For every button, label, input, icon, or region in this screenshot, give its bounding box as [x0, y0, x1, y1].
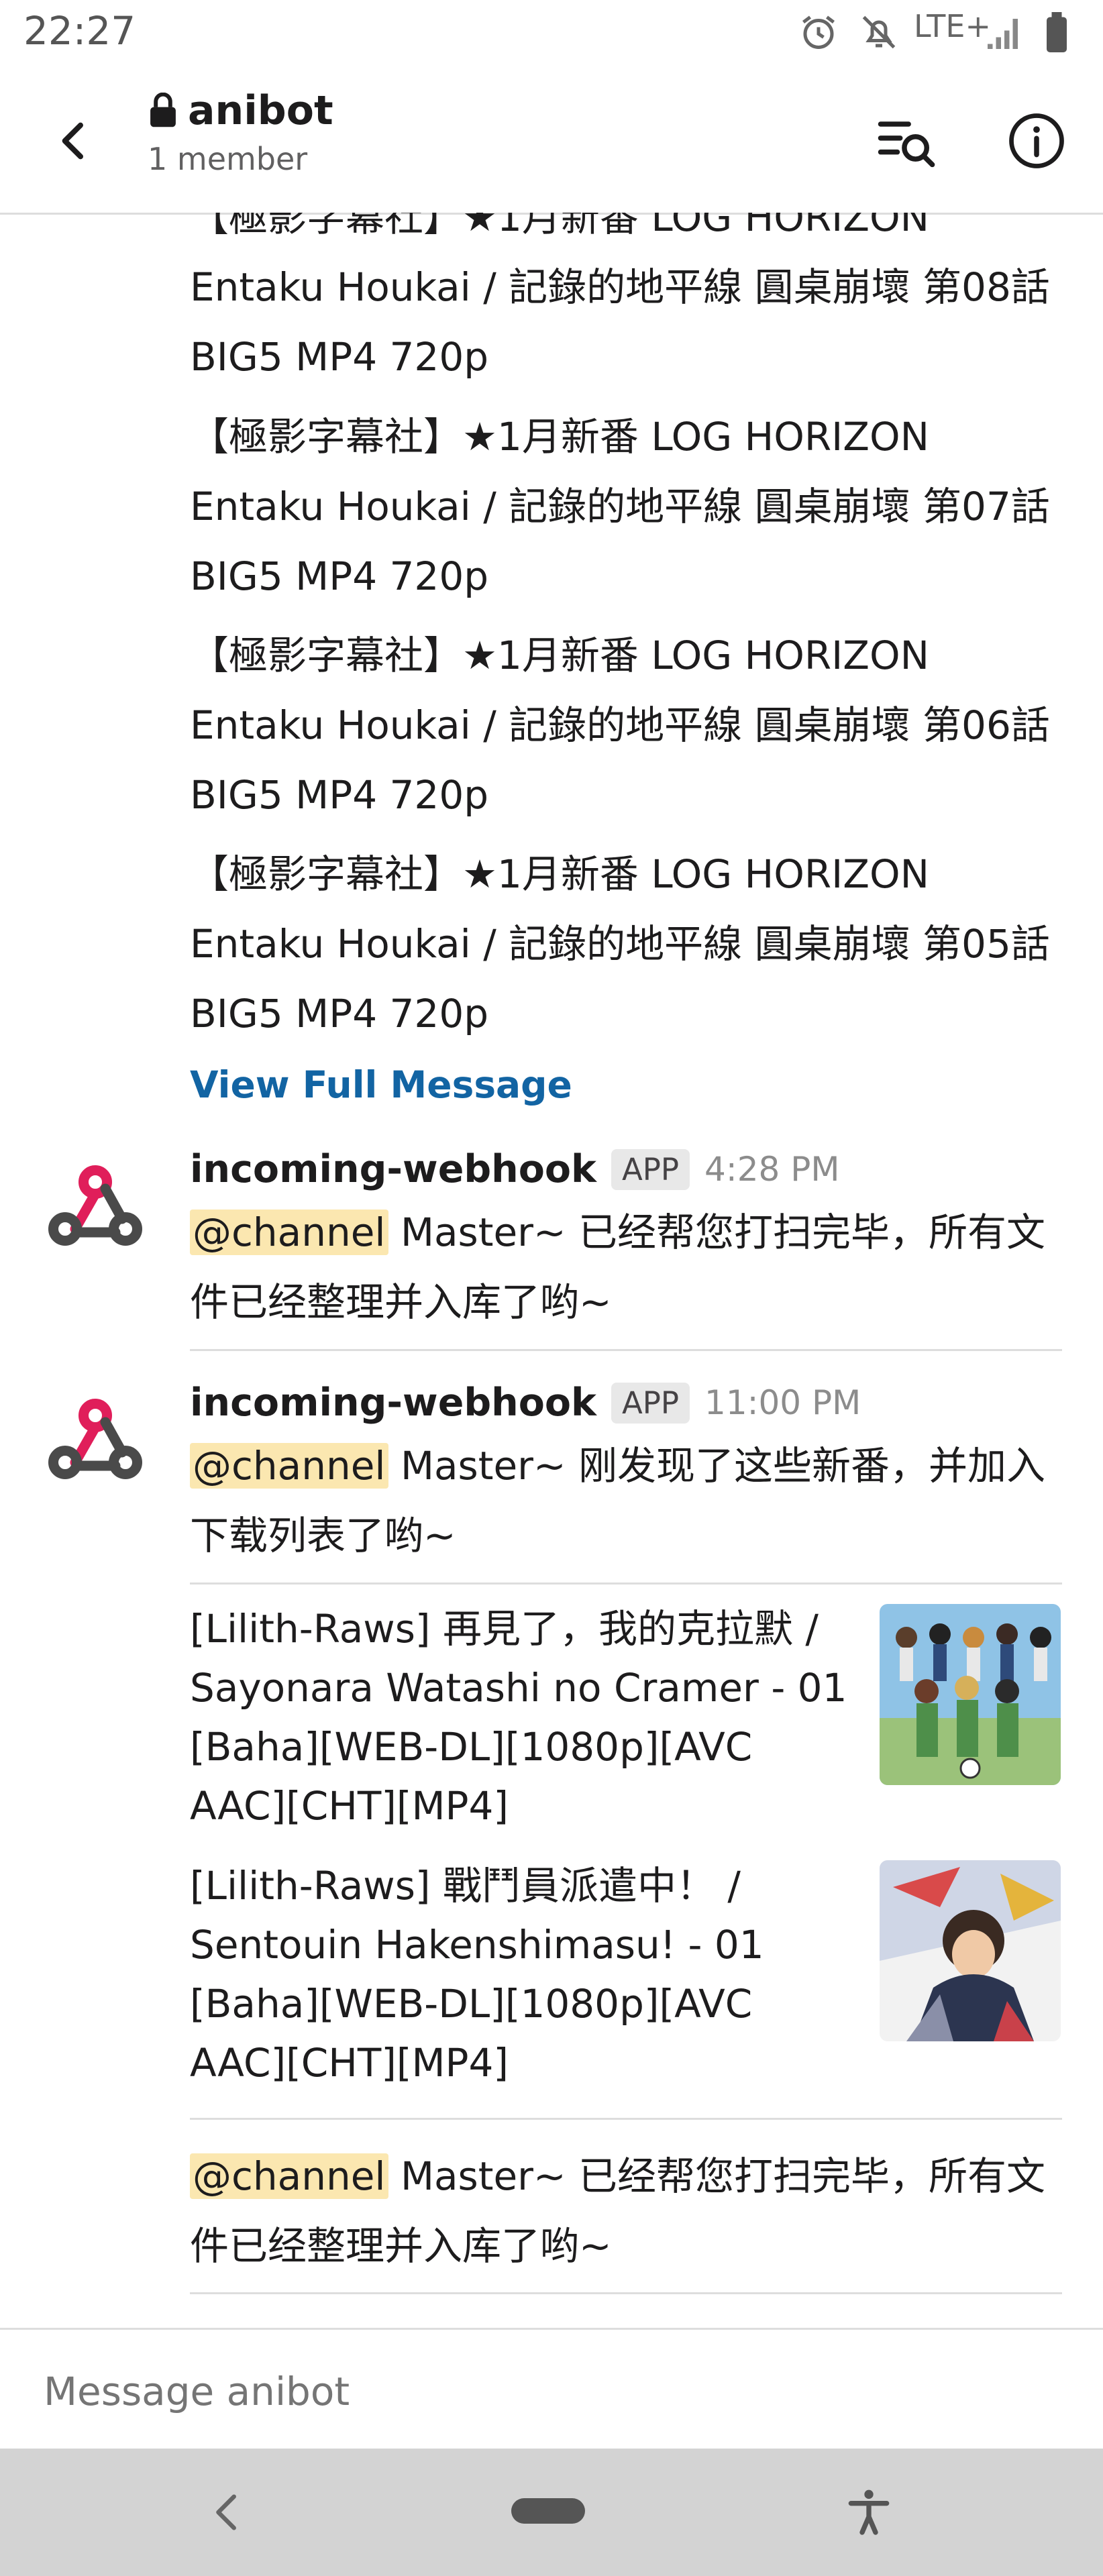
- list-item: 【極影字幕社】★1月新番 LOG HORIZON Entaku Houkai /…: [190, 851, 1050, 1036]
- network-type: LTE+: [914, 8, 991, 44]
- battery-icon: [1047, 12, 1067, 52]
- message-text: @channel Master~ 已经帮您打扫完毕，所有文件已经整理并入库了哟~: [190, 2141, 1062, 2281]
- message-header: incoming-webhook APP 11:00 PM: [190, 1381, 861, 1425]
- message-divider: [190, 2118, 1062, 2120]
- back-arrow-icon[interactable]: [47, 114, 101, 168]
- anime-thumbnail[interactable]: [880, 1860, 1061, 2041]
- message-timestamp: 4:28 PM: [704, 1150, 840, 1189]
- message-list[interactable]: 【極影字幕社】★1月新番 LOG HORIZON Entaku Houkai /…: [0, 213, 1103, 2328]
- message-divider: [190, 1582, 1062, 1585]
- message-text: @channel Master~ 刚发现了这些新番，并加入下载列表了哟~: [190, 1431, 1062, 1570]
- channel-mention[interactable]: @channel: [190, 1443, 388, 1489]
- channel-name: anibot: [188, 87, 333, 134]
- app-badge: APP: [611, 1148, 690, 1190]
- sender-name[interactable]: incoming-webhook: [190, 1147, 596, 1191]
- mute-icon: [862, 15, 896, 49]
- channel-mention[interactable]: @channel: [190, 2153, 388, 2199]
- webhook-avatar-icon[interactable]: [42, 1152, 149, 1259]
- channel-title-block[interactable]: anibot 1 member: [148, 87, 333, 177]
- list-item: 【極影字幕社】★1月新番 LOG HORIZON Entaku Houkai /…: [190, 213, 1050, 380]
- channel-title-row: anibot: [148, 87, 333, 134]
- message-text: @channel Master~ 已经帮您打扫完毕，所有文件已经整理并入库了哟~: [190, 1197, 1062, 1337]
- list-item: 【極影字幕社】★1月新番 LOG HORIZON Entaku Houkai /…: [190, 633, 1050, 818]
- search-list-icon[interactable]: [872, 107, 939, 174]
- list-item: 【極影字幕社】★1月新番 LOG HORIZON Entaku Houkai /…: [190, 414, 1050, 599]
- nav-home-pill-icon[interactable]: [511, 2498, 585, 2524]
- lock-icon: [150, 93, 176, 127]
- nav-back-icon[interactable]: [205, 2489, 252, 2536]
- channel-mention[interactable]: @channel: [190, 1210, 388, 1255]
- attachment-title[interactable]: [Lilith-Raws] 戰鬥員派遣中！ / Sentouin Hakensh…: [190, 1856, 847, 2092]
- attachment-title[interactable]: [Lilith-Raws] 再見了，我的克拉默 / Sayonara Watas…: [190, 1599, 847, 1835]
- signal-icon: [988, 19, 1018, 49]
- message-divider: [190, 1349, 1062, 1351]
- message-input[interactable]: [44, 2361, 1050, 2422]
- member-count: 1 member: [148, 141, 308, 177]
- accessibility-icon[interactable]: [842, 2485, 896, 2539]
- status-time: 22:27: [23, 8, 136, 54]
- message-header: incoming-webhook APP 4:28 PM: [190, 1147, 840, 1191]
- sender-name[interactable]: incoming-webhook: [190, 1381, 596, 1425]
- message-divider: [190, 2292, 1062, 2294]
- message-timestamp: 11:00 PM: [704, 1383, 861, 1422]
- webhook-avatar-icon[interactable]: [42, 1385, 149, 1493]
- anime-thumbnail[interactable]: [880, 1604, 1061, 1785]
- view-full-message-link[interactable]: View Full Message: [190, 1063, 572, 1106]
- alarm-icon: [802, 15, 835, 49]
- info-icon[interactable]: [1006, 111, 1067, 171]
- app-badge: APP: [611, 1382, 690, 1424]
